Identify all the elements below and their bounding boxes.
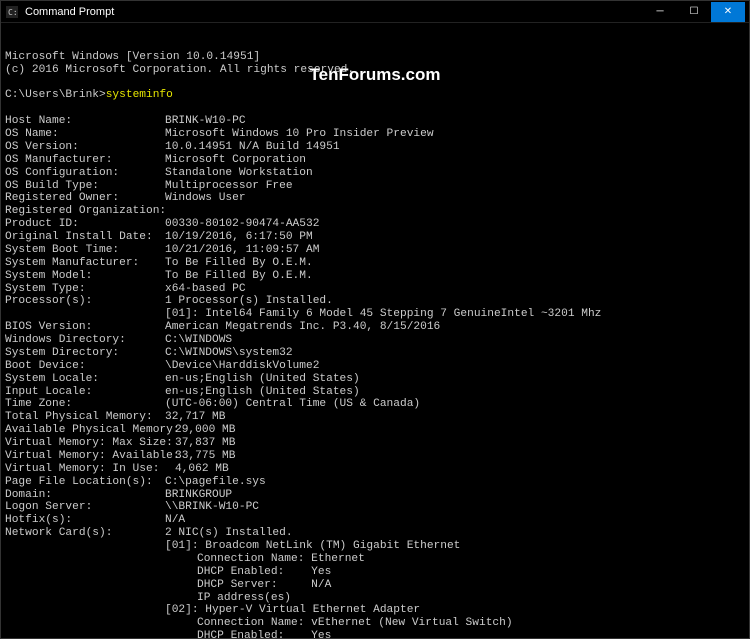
value-system-locale: en-us;English (United States) (165, 373, 360, 386)
value-system-dir: C:\WINDOWS\system32 (165, 347, 293, 360)
label-os-build-type: OS Build Type: (5, 180, 165, 193)
command-prompt-window: C: Command Prompt ─ ☐ ✕ TenForums.com Mi… (0, 0, 750, 639)
value-hotfix: N/A (165, 514, 185, 527)
nic1-dhcp-srv: N/A (311, 579, 331, 591)
label-hotfix: Hotfix(s): (5, 514, 165, 527)
value-processors: 1 Processor(s) Installed. (165, 295, 333, 308)
value-original-install: ‎10/‎19/‎2016, 6:17:50 PM (165, 231, 313, 244)
nic2-conn-label: Connection Name: (197, 617, 304, 629)
label-total-phys-mem: Total Physical Memory: (5, 411, 165, 424)
value-os-name: Microsoft Windows 10 Pro Insider Preview (165, 128, 434, 141)
label-system-locale: System Locale: (5, 373, 165, 386)
label-vmem-inuse: Virtual Memory: In Use: (5, 463, 175, 476)
value-total-phys-mem: 32,717 MB (165, 411, 225, 424)
value-os-version: 10.0.14951 N/A Build 14951 (165, 141, 340, 154)
label-windows-dir: Windows Directory: (5, 334, 165, 347)
nic2-dhcp-en: Yes (311, 630, 331, 638)
value-vmem-avail: 33,775 MB (175, 450, 235, 463)
svg-text:C:: C: (8, 8, 18, 17)
nic1-dhcp-srv-label: DHCP Server: (197, 579, 278, 591)
title-bar[interactable]: C: Command Prompt ─ ☐ ✕ (1, 1, 749, 23)
label-registered-org: Registered Organization: (5, 205, 165, 218)
nic1-dhcp-en: Yes (311, 566, 331, 578)
label-os-name: OS Name: (5, 128, 165, 141)
value-os-configuration: Standalone Workstation (165, 167, 313, 180)
value-domain: BRINKGROUP (165, 489, 232, 502)
label-os-manufacturer: OS Manufacturer: (5, 154, 165, 167)
value-vmem-max: 37,837 MB (175, 437, 235, 450)
label-page-file: Page File Location(s): (5, 476, 165, 489)
label-system-boot: System Boot Time: (5, 244, 165, 257)
header-line-2: (c) 2016 Microsoft Corporation. All righ… (5, 64, 354, 76)
nic1-dhcp-en-label: DHCP Enabled: (197, 566, 284, 578)
value-network-cards: 2 NIC(s) Installed. (165, 527, 293, 540)
label-system-type: System Type: (5, 283, 165, 296)
nic2-dhcp-en-label: DHCP Enabled: (197, 630, 284, 638)
terminal-output[interactable]: TenForums.com Microsoft Windows [Version… (1, 23, 749, 638)
nic2-conn: vEthernet (New Virtual Switch) (311, 617, 512, 629)
value-product-id: 00330-80102-90474-AA532 (165, 218, 319, 231)
label-boot-device: Boot Device: (5, 360, 165, 373)
processor-detail: [01]: Intel64 Family 6 Model 45 Stepping… (165, 308, 601, 320)
value-windows-dir: C:\WINDOWS (165, 334, 232, 347)
value-system-type: x64-based PC (165, 283, 246, 296)
label-domain: Domain: (5, 489, 165, 502)
label-input-locale: Input Locale: (5, 386, 165, 399)
label-host-name: Host Name: (5, 115, 165, 128)
value-logon-server: \\BRINK-W10-PC (165, 501, 259, 514)
window-controls: ─ ☐ ✕ (643, 2, 745, 22)
value-os-build-type: Multiprocessor Free (165, 180, 293, 193)
value-system-manufacturer: To Be Filled By O.E.M. (165, 257, 313, 270)
value-registered-owner: Windows User (165, 192, 246, 205)
nic2-header: [02]: Hyper-V Virtual Ethernet Adapter (165, 604, 420, 616)
label-system-manufacturer: System Manufacturer: (5, 257, 165, 270)
value-input-locale: en-us;English (United States) (165, 386, 360, 399)
label-avail-phys-mem: Available Physical Memory: (5, 424, 175, 437)
label-os-configuration: OS Configuration: (5, 167, 165, 180)
label-product-id: Product ID: (5, 218, 165, 231)
value-system-boot: ‎10/‎21/‎2016, 11:09:57 AM (165, 244, 319, 257)
value-boot-device: \Device\HarddiskVolume2 (165, 360, 319, 373)
label-os-version: OS Version: (5, 141, 165, 154)
window-title: Command Prompt (25, 6, 643, 18)
value-host-name: BRINK-W10-PC (165, 115, 246, 128)
value-os-manufacturer: Microsoft Corporation (165, 154, 306, 167)
label-processors: Processor(s): (5, 295, 165, 308)
label-system-dir: System Directory: (5, 347, 165, 360)
minimize-button[interactable]: ─ (643, 2, 677, 22)
nic1-conn: Ethernet (311, 553, 365, 565)
value-time-zone: (UTC-06:00) Central Time (US & Canada) (165, 398, 420, 411)
maximize-button[interactable]: ☐ (677, 2, 711, 22)
command-text: systeminfo (106, 89, 173, 101)
label-original-install: Original Install Date: (5, 231, 165, 244)
cmd-icon: C: (5, 5, 19, 19)
nic1-ip-header: IP address(es) (197, 592, 291, 604)
value-system-model: To Be Filled By O.E.M. (165, 270, 313, 283)
nic1-header: [01]: Broadcom NetLink (TM) Gigabit Ethe… (165, 540, 460, 552)
label-vmem-max: Virtual Memory: Max Size: (5, 437, 175, 450)
value-vmem-inuse: 4,062 MB (175, 463, 229, 476)
value-bios-version: American Megatrends Inc. P3.40, ‎8/‎15/‎… (165, 321, 440, 334)
label-time-zone: Time Zone: (5, 398, 165, 411)
nic1-conn-label: Connection Name: (197, 553, 304, 565)
label-network-cards: Network Card(s): (5, 527, 165, 540)
value-page-file: C:\pagefile.sys (165, 476, 266, 489)
prompt-path: C:\Users\Brink> (5, 89, 106, 101)
header-line-1: Microsoft Windows [Version 10.0.14951] (5, 51, 260, 63)
label-registered-owner: Registered Owner: (5, 192, 165, 205)
label-bios-version: BIOS Version: (5, 321, 165, 334)
label-logon-server: Logon Server: (5, 501, 165, 514)
label-system-model: System Model: (5, 270, 165, 283)
close-button[interactable]: ✕ (711, 2, 745, 22)
label-vmem-avail: Virtual Memory: Available: (5, 450, 175, 463)
value-avail-phys-mem: 29,000 MB (175, 424, 235, 437)
